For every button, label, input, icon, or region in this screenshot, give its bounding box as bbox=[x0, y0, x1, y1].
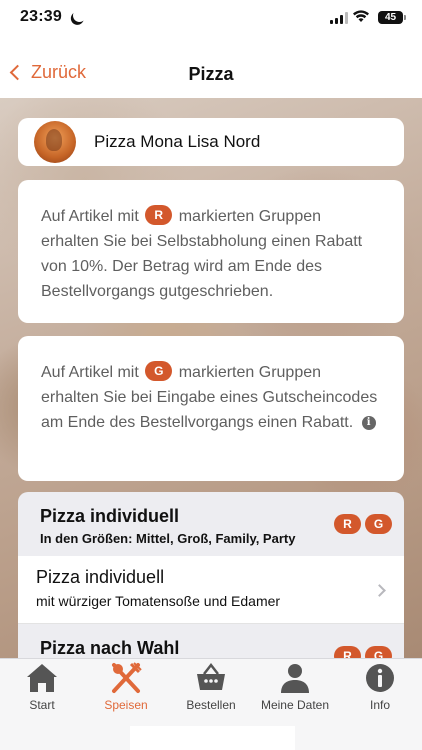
tab-label: Info bbox=[369, 698, 390, 712]
tab-label: Meine Daten bbox=[260, 698, 330, 712]
pickup-discount-info: Auf Artikel mit R markierten Gruppen erh… bbox=[18, 180, 404, 323]
menu-list: Pizza individuell In den Größen: Mittel,… bbox=[18, 492, 404, 658]
restaurant-logo bbox=[34, 121, 76, 163]
info-prefix: Auf Artikel mit bbox=[41, 364, 139, 381]
item-title: Pizza individuell bbox=[36, 567, 165, 587]
voucher-discount-info: Auf Artikel mit G markierten Gruppen erh… bbox=[18, 336, 404, 481]
restaurant-name: Pizza Mona Lisa Nord bbox=[94, 132, 261, 151]
tab-meine-daten[interactable]: Meine Daten bbox=[253, 659, 337, 719]
basket-icon bbox=[197, 662, 225, 690]
badge-r: R bbox=[334, 514, 361, 534]
tab-speisen[interactable]: Speisen bbox=[84, 659, 168, 719]
wifi-icon bbox=[353, 10, 369, 22]
badge-g: G bbox=[145, 361, 173, 381]
tab-start[interactable]: Start bbox=[0, 659, 84, 719]
page-title: Pizza bbox=[188, 64, 234, 84]
list-item[interactable]: Pizza individuell mit würziger Tomatenso… bbox=[18, 556, 404, 624]
tab-bestellen[interactable]: Bestellen bbox=[169, 659, 253, 719]
badge-r: R bbox=[334, 646, 361, 658]
item-subtitle: mit würziger Tomatensoße und Edamer bbox=[36, 593, 281, 609]
info-icon bbox=[366, 664, 394, 692]
section-header: Pizza individuell In den Größen: Mittel,… bbox=[18, 492, 404, 556]
tab-label: Start bbox=[29, 698, 55, 712]
signal-icon bbox=[330, 12, 348, 24]
badge-g: G bbox=[365, 514, 392, 534]
tab-label: Bestellen bbox=[186, 698, 236, 712]
badge-g: G bbox=[365, 646, 392, 658]
info-prefix: Auf Artikel mit bbox=[41, 208, 139, 225]
status-time: 23:39 bbox=[20, 8, 62, 25]
home-icon bbox=[27, 664, 57, 692]
tab-label: Speisen bbox=[104, 698, 148, 712]
battery-icon: 45 bbox=[378, 11, 406, 24]
moon-icon bbox=[71, 7, 88, 24]
cutlery-icon bbox=[112, 662, 142, 693]
restaurant-card[interactable]: Pizza Mona Lisa Nord bbox=[18, 118, 404, 166]
person-icon bbox=[281, 664, 309, 693]
section-badges: R G bbox=[334, 514, 392, 534]
tab-info[interactable]: Info bbox=[338, 659, 422, 719]
redacted-area bbox=[10, 28, 103, 64]
section-badges: R G bbox=[334, 646, 392, 658]
section-header: Pizza nach Wahl R G bbox=[18, 624, 404, 658]
home-indicator bbox=[130, 726, 295, 750]
info-icon[interactable]: i bbox=[361, 416, 376, 430]
badge-r: R bbox=[145, 205, 173, 225]
